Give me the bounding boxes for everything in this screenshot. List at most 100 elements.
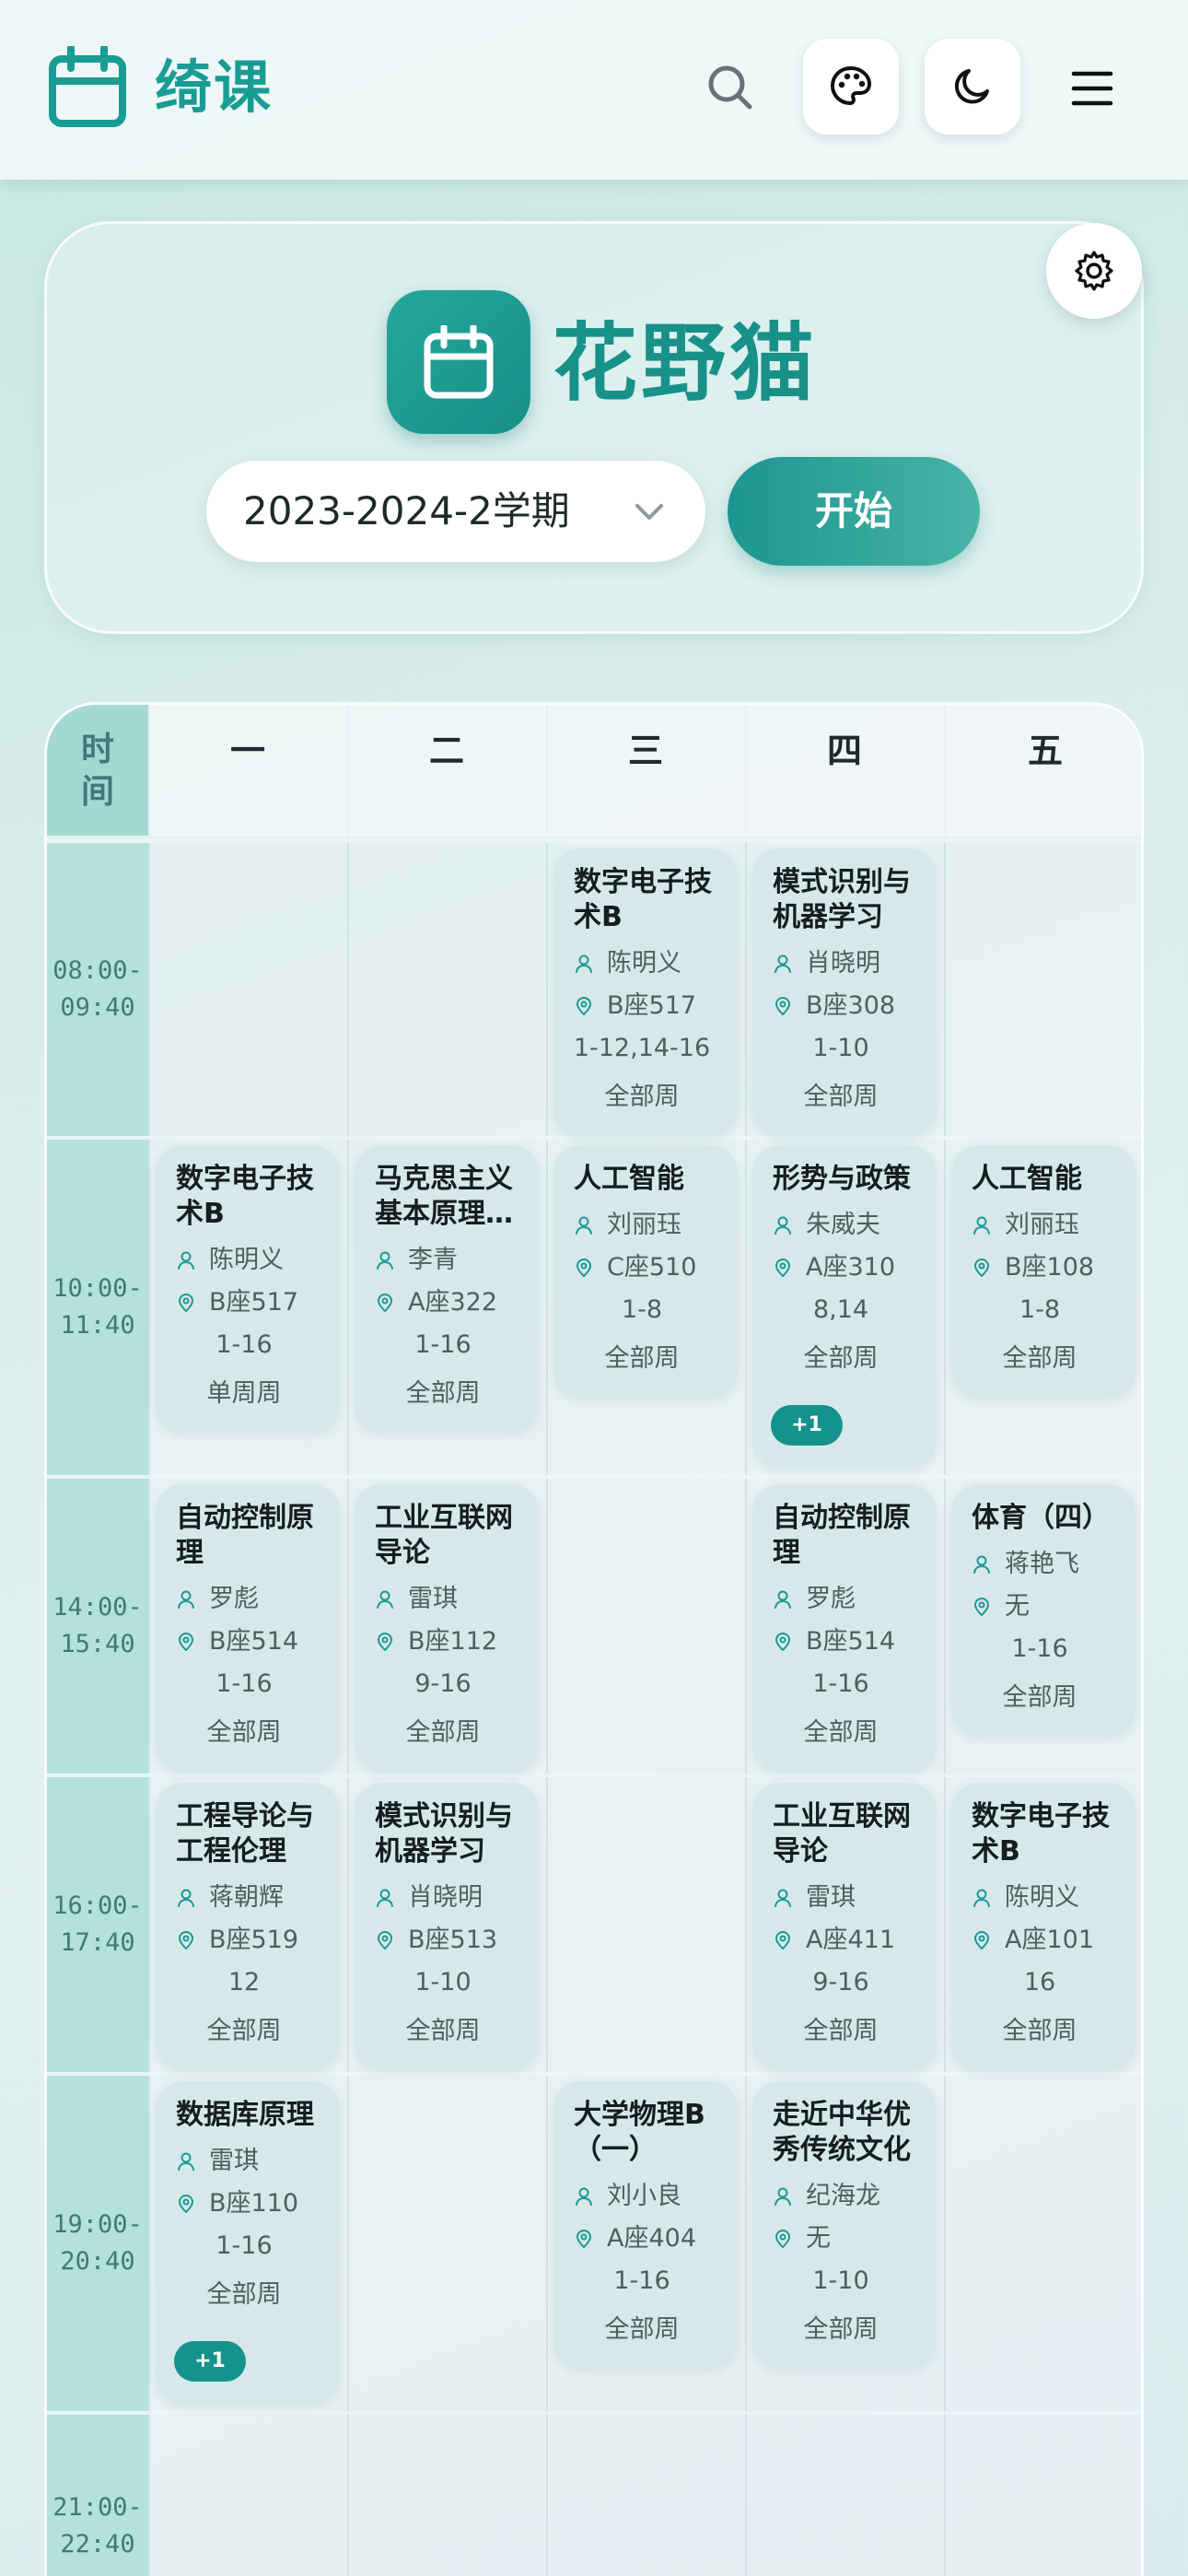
time-slot-end: 15:40: [60, 1630, 135, 1658]
course-teacher: 雷琪: [209, 2147, 259, 2175]
course-room: 无: [806, 2224, 831, 2253]
course-room: B座517: [209, 1288, 299, 1317]
course-room: B座110: [209, 2189, 299, 2218]
time-slot-end: 11:40: [60, 1311, 135, 1340]
course-week-type: 全部周: [405, 2017, 481, 2045]
course-week-type: 单周周: [206, 1379, 282, 1408]
course-teacher: 纪海龙: [806, 2182, 880, 2210]
start-button[interactable]: 开始: [728, 457, 980, 566]
course-week-type: 全部周: [1002, 1683, 1077, 1712]
course-card[interactable]: 数字电子技术B 陈明义 B座517 1-12,14-16 全部周: [553, 849, 738, 1136]
day-header: 三: [546, 705, 745, 841]
column-divider: [944, 705, 946, 2576]
course-card[interactable]: 自动控制原理 罗彪 B座514 1-16 全部周: [752, 1484, 937, 1772]
day-header: 四: [745, 705, 944, 841]
course-card[interactable]: 数字电子技术B 陈明义 A座101 16 全部周: [951, 1783, 1136, 2070]
app-title: 绮课: [155, 53, 274, 121]
course-week-type: 全部周: [405, 1718, 481, 1747]
course-week-type: 全部周: [206, 2280, 282, 2309]
card-padding: [375, 1422, 520, 1433]
course-name: 走近中华优秀传统文化: [773, 2099, 911, 2166]
course-weeks: 12: [227, 1968, 261, 1996]
theme-toggle-button[interactable]: [925, 39, 1020, 135]
course-teacher-row: 雷琪: [176, 2140, 321, 2183]
course-card[interactable]: 自动控制原理 罗彪 B座514 1-16 全部周: [156, 1484, 340, 1772]
course-card[interactable]: 工业互联网导论 雷琪 A座411 9-16 全部周: [752, 1783, 937, 2070]
course-teacher: 肖晓明: [408, 1883, 483, 1912]
palette-icon: [831, 66, 871, 105]
time-slot-start: 19:00-: [52, 2210, 143, 2239]
course-name: 数据库原理: [176, 2099, 314, 2131]
course-room: B座514: [806, 1627, 896, 1656]
search-icon[interactable]: [700, 57, 761, 118]
course-room: A座411: [806, 1926, 896, 1954]
term-select[interactable]: 2023-2024-2学期: [206, 461, 705, 562]
timetable: 时间 一二三四五 08:00- 09:40 10:00- 11:40 14:00- 15:4…: [44, 702, 1144, 2576]
more-courses-badge[interactable]: +1: [771, 1405, 843, 1446]
course-weeks: 8,14: [812, 1295, 869, 1324]
person-icon: [973, 1555, 990, 1574]
more-courses-badge[interactable]: +1: [174, 2341, 246, 2382]
course-teacher-row: 李青: [375, 1239, 520, 1282]
course-name: 大学物理B（一）: [574, 2099, 705, 2166]
course-room-row: 无: [773, 2218, 918, 2260]
course-room-row: A座404: [574, 2218, 719, 2260]
course-card[interactable]: 工业互联网导论 雷琪 B座112 9-16 全部周: [355, 1484, 539, 1772]
course-name: 数字电子技术B: [574, 866, 712, 933]
course-card[interactable]: 马克思主义基本原理概论李青 A座322 1-16 全部周: [355, 1145, 539, 1433]
person-icon: [178, 1590, 194, 1609]
course-teacher-row: 陈明义: [176, 1239, 321, 1282]
person-icon: [178, 1889, 194, 1907]
course-card[interactable]: 体育（四） 蒋艳飞无 1-16 全部周: [951, 1484, 1136, 1737]
course-room-row: A座101: [972, 1919, 1117, 1961]
time-slot-end: 17:40: [60, 1928, 135, 1957]
course-name: 人工智能: [972, 1163, 1082, 1195]
course-name: 工程导论与工程伦理: [176, 1800, 314, 1868]
course-week-type: 全部周: [803, 2017, 879, 2045]
course-room: B座308: [806, 991, 896, 1020]
course-week-type: 全部周: [604, 1344, 680, 1373]
course-room-row: B座110: [176, 2183, 321, 2225]
location-pin-icon: [378, 1294, 392, 1312]
person-icon: [973, 1216, 990, 1235]
course-weeks: 1-8: [621, 1295, 663, 1324]
course-card[interactable]: 走近中华优秀传统文化 纪海龙无 1-10 全部周: [752, 2081, 937, 2369]
course-room-row: 无: [972, 1586, 1117, 1628]
course-card[interactable]: 人工智能 刘丽珏 B座108 1-8 全部周: [951, 1145, 1136, 1398]
course-card[interactable]: 大学物理B（一） 刘小良 A座404 1-16 全部周: [553, 2081, 738, 2369]
course-teacher: 肖晓明: [806, 949, 880, 978]
course-name: 工业互联网导论: [773, 1800, 911, 1868]
course-teacher: 李青: [408, 1246, 458, 1274]
course-teacher-row: 蒋朝辉: [176, 1877, 321, 1919]
card-padding: [972, 2059, 1117, 2070]
course-name: 数字电子技术B: [972, 1800, 1110, 1868]
day-header: 五: [944, 705, 1141, 841]
time-slot-label: 08:00- 09:40: [47, 953, 148, 1026]
card-padding: [773, 1761, 918, 1772]
location-pin-icon: [775, 1259, 790, 1277]
palette-button[interactable]: [803, 39, 899, 135]
course-card[interactable]: 人工智能 刘丽珏 C座510 1-8 全部周: [553, 1145, 738, 1398]
course-room-row: B座112: [375, 1621, 520, 1663]
course-teacher: 陈明义: [607, 949, 681, 978]
calendar-icon: [49, 46, 126, 127]
course-weeks: 1-16: [613, 2266, 670, 2295]
course-name: 人工智能: [574, 1163, 684, 1195]
course-teacher-row: 朱威夫: [773, 1204, 918, 1247]
calendar-icon: [424, 325, 494, 399]
day-header: 二: [347, 705, 546, 841]
course-teacher: 雷琪: [408, 1585, 458, 1613]
card-padding: [574, 2358, 719, 2369]
course-card[interactable]: 模式识别与机器学习 肖晓明 B座308 1-10 全部周: [752, 849, 937, 1136]
settings-button[interactable]: [1046, 223, 1142, 319]
course-card[interactable]: 数据库原理 雷琪 B座110 1-16 全部周 +1: [156, 2081, 340, 2404]
course-card[interactable]: 数字电子技术B 陈明义 B座517 1-16 单周周: [156, 1145, 340, 1433]
course-teacher: 陈明义: [1005, 1883, 1079, 1912]
course-card[interactable]: 模式识别与机器学习 肖晓明 B座513 1-10 全部周: [355, 1783, 539, 2070]
course-card[interactable]: 工程导论与工程伦理 蒋朝辉 B座519 12 全部周: [156, 1783, 340, 2070]
profile-card: [44, 221, 1144, 634]
course-weeks: 1-8: [1019, 1295, 1061, 1324]
menu-icon[interactable]: [1068, 66, 1116, 111]
course-card[interactable]: 形势与政策 朱威夫 A座310 8,14 全部周 +1: [752, 1145, 937, 1468]
hero-calendar-badge: [387, 290, 530, 434]
